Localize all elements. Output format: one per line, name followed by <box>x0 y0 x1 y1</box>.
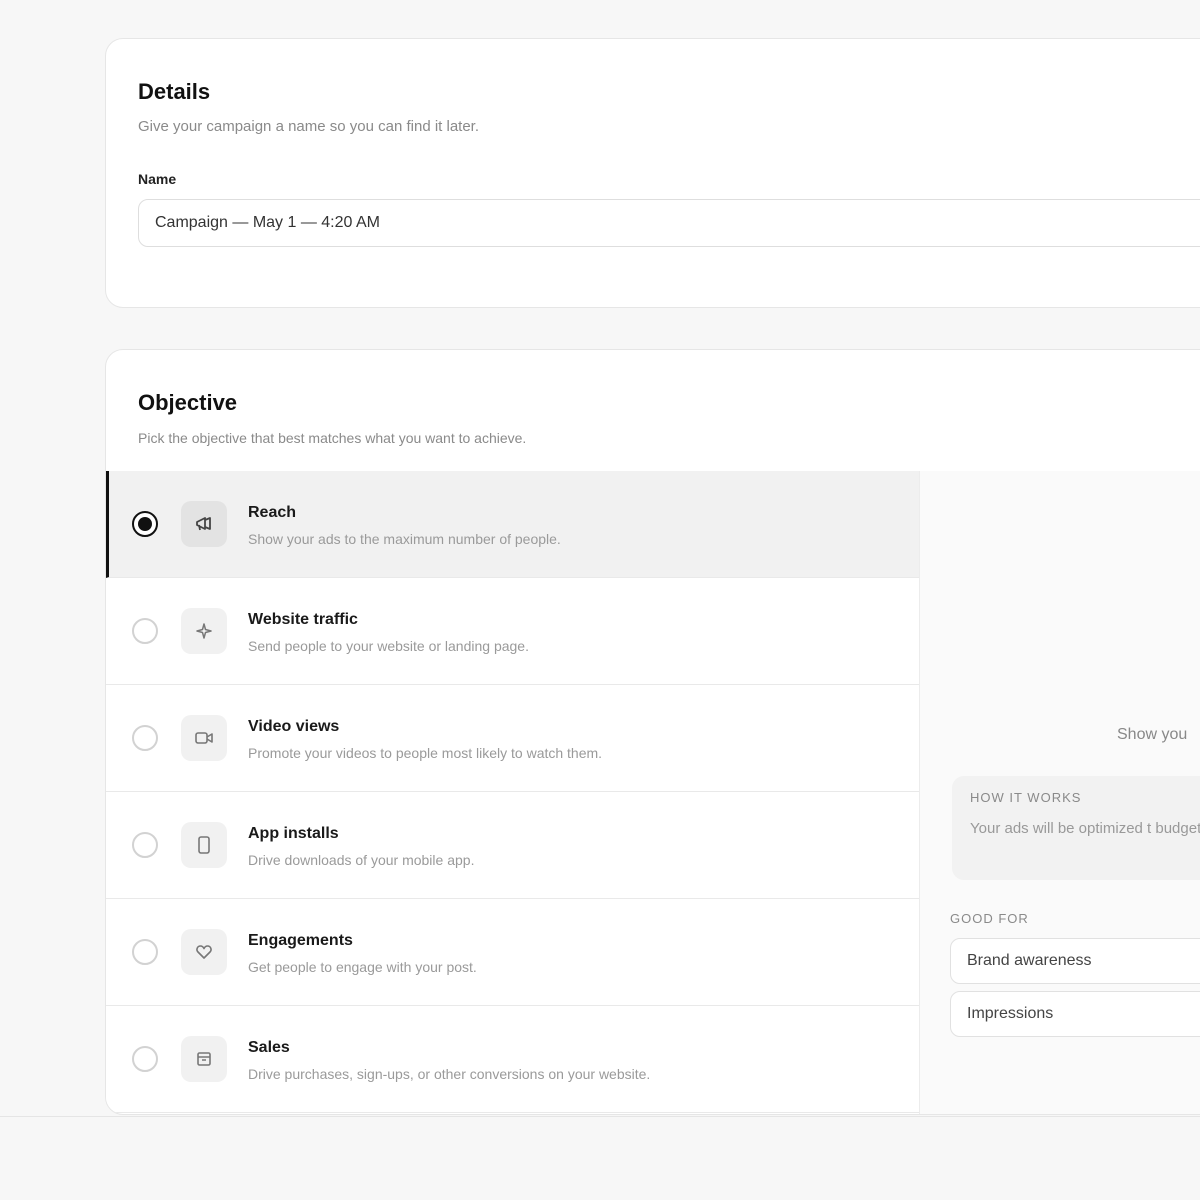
option-description: Show your ads to the maximum number of p… <box>248 531 561 547</box>
phone-icon <box>181 822 227 868</box>
option-description: Send people to your website or landing p… <box>248 638 529 654</box>
radio-button[interactable] <box>132 939 158 965</box>
objective-option-reach[interactable]: Reach Show your ads to the maximum numbe… <box>106 471 919 578</box>
how-it-works-text: Your ads will be optimized t budget. <box>970 820 1200 837</box>
option-title: Engagements <box>248 932 353 949</box>
objective-options-list: Reach Show your ads to the maximum numbe… <box>106 471 919 1113</box>
option-title: Reach <box>248 504 297 521</box>
details-title: Details <box>138 79 211 104</box>
option-title: Video views <box>248 718 340 735</box>
option-title: App installs <box>248 825 339 842</box>
how-it-works-label: HOW IT WORKS <box>970 790 1082 805</box>
option-description: Promote your videos to people most likel… <box>248 745 603 761</box>
objective-title: Objective <box>138 390 238 415</box>
objective-subtitle: Pick the objective that best matches wha… <box>138 430 527 446</box>
objective-option-website-traffic[interactable]: Website traffic Send people to your webs… <box>106 578 919 685</box>
option-title: Sales <box>248 1039 290 1056</box>
radio-button[interactable] <box>132 725 158 751</box>
video-camera-icon <box>181 715 227 761</box>
campaign-name-input[interactable] <box>138 199 1200 247</box>
radio-button[interactable] <box>132 832 158 858</box>
details-subtitle: Give your campaign a name so you can fin… <box>138 118 480 135</box>
good-for-chip: Brand awareness <box>950 938 1200 984</box>
objective-option-app-installs[interactable]: App installs Drive downloads of your mob… <box>106 792 919 899</box>
sparkle-icon <box>181 608 227 654</box>
storefront-icon <box>181 1036 227 1082</box>
good-for-chip: Impressions <box>950 991 1200 1037</box>
radio-button[interactable] <box>132 1046 158 1072</box>
heart-icon <box>181 929 227 975</box>
name-label: Name <box>138 171 177 187</box>
objective-preview-panel: Show you HOW IT WORKS Your ads will be o… <box>919 471 1200 1114</box>
objective-card: Objective Pick the objective that best m… <box>105 349 1200 1115</box>
option-description: Drive downloads of your mobile app. <box>248 852 475 868</box>
radio-button[interactable] <box>132 618 158 644</box>
option-description: Drive purchases, sign-ups, or other conv… <box>248 1066 651 1082</box>
option-description: Get people to engage with your post. <box>248 959 477 975</box>
objective-option-video-views[interactable]: Video views Promote your videos to peopl… <box>106 685 919 792</box>
footer-divider <box>0 1116 1200 1117</box>
option-title: Website traffic <box>248 611 358 628</box>
preview-description: Show you <box>1117 726 1188 743</box>
good-for-label: GOOD FOR <box>950 911 1029 926</box>
objective-option-sales[interactable]: Sales Drive purchases, sign-ups, or othe… <box>106 1006 919 1113</box>
radio-button-selected[interactable] <box>132 511 158 537</box>
how-it-works-box: HOW IT WORKS Your ads will be optimized … <box>952 776 1200 880</box>
objective-option-engagements[interactable]: Engagements Get people to engage with yo… <box>106 899 919 1006</box>
megaphone-icon <box>181 501 227 547</box>
details-card: Details Give your campaign a name so you… <box>105 38 1200 308</box>
